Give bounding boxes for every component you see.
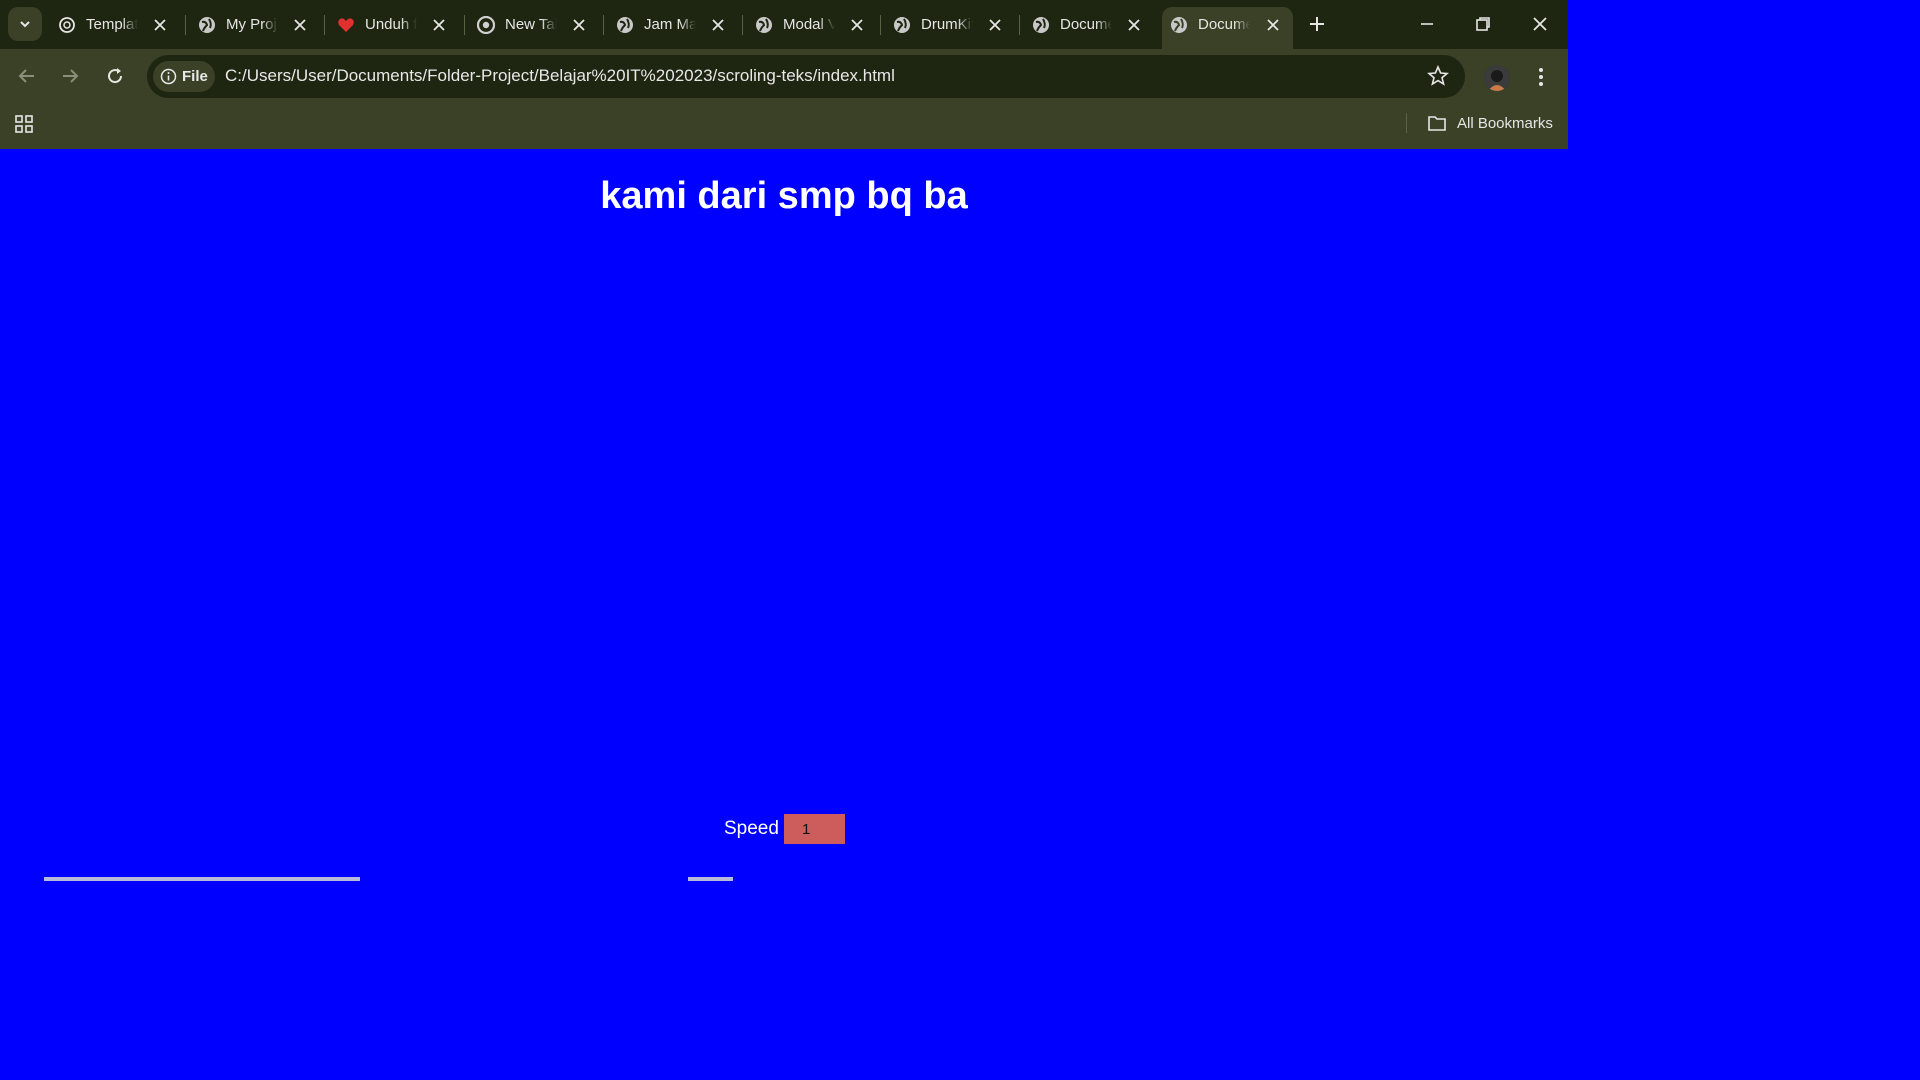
browser-chrome: Templat My Proj Unduh f New Tab Jam Ma xyxy=(0,0,1568,149)
chrome-icon xyxy=(477,16,495,34)
globe-icon xyxy=(1033,17,1049,33)
info-icon xyxy=(160,68,177,85)
back-arrow-icon[interactable] xyxy=(15,64,39,88)
heart-icon xyxy=(338,18,354,32)
tab-title: Docume xyxy=(1060,16,1112,33)
toolbar: File C:/Users/User/Documents/Folder-Proj… xyxy=(0,49,1568,105)
globe-icon xyxy=(756,17,772,33)
globe-icon xyxy=(894,17,910,33)
apps-grid-icon[interactable] xyxy=(14,114,34,134)
scrolling-headline: kami dari smp bq ba xyxy=(600,175,968,217)
all-bookmarks-button[interactable]: All Bookmarks xyxy=(1427,112,1553,134)
close-icon[interactable] xyxy=(1265,17,1281,33)
horizontal-scrollbar-thumb[interactable] xyxy=(44,877,360,881)
tab-title: Docume xyxy=(1198,16,1250,33)
url-text[interactable]: C:/Users/User/Documents/Folder-Project/B… xyxy=(225,66,895,86)
reload-icon[interactable] xyxy=(103,64,127,88)
bookmarks-bar: All Bookmarks xyxy=(0,105,1568,149)
all-bookmarks-label: All Bookmarks xyxy=(1457,114,1553,132)
close-icon[interactable] xyxy=(710,17,726,33)
page-content: kami dari smp bq ba Speed xyxy=(0,149,1568,882)
address-bar[interactable]: File C:/Users/User/Documents/Folder-Proj… xyxy=(147,55,1465,98)
close-icon[interactable] xyxy=(431,17,447,33)
tab-document[interactable]: Docume xyxy=(1024,7,1154,43)
close-icon[interactable] xyxy=(849,17,865,33)
close-icon[interactable] xyxy=(571,17,587,33)
tab-drumkit[interactable]: DrumKit xyxy=(885,7,1015,43)
tab-my-proj[interactable]: My Proj xyxy=(190,7,320,43)
bookmark-star-icon[interactable] xyxy=(1427,65,1449,87)
tab-modal[interactable]: Modal V xyxy=(747,7,877,43)
tab-title: My Proj xyxy=(226,16,277,33)
speed-input[interactable] xyxy=(783,814,845,844)
tab-title: Unduh f xyxy=(365,16,417,33)
kebab-menu-icon[interactable] xyxy=(1531,65,1551,89)
tab-jam-ma[interactable]: Jam Ma xyxy=(608,7,738,43)
openai-icon xyxy=(59,17,75,33)
profile-avatar[interactable] xyxy=(1484,65,1510,91)
tab-document-active[interactable]: Docume xyxy=(1162,7,1293,49)
chevron-down-icon xyxy=(20,21,30,28)
window-close-icon[interactable] xyxy=(1528,12,1552,36)
tab-templat[interactable]: Templat xyxy=(50,7,180,43)
tab-new-tab[interactable]: New Tab xyxy=(469,7,599,43)
forward-arrow-icon[interactable] xyxy=(58,64,82,88)
file-chip-label: File xyxy=(182,68,208,85)
tab-search-button[interactable] xyxy=(8,7,42,41)
speed-control: Speed xyxy=(724,814,845,844)
close-icon[interactable] xyxy=(152,17,168,33)
new-tab-plus-icon[interactable] xyxy=(1305,12,1329,36)
tab-title: Jam Ma xyxy=(644,16,696,33)
tab-title: Modal V xyxy=(783,16,835,33)
avatar-icon xyxy=(1484,65,1510,91)
tab-title: Templat xyxy=(86,16,138,33)
globe-icon xyxy=(1171,17,1187,33)
horizontal-scrollbar-marker xyxy=(688,877,733,881)
tab-strip: Templat My Proj Unduh f New Tab Jam Ma xyxy=(0,0,1568,49)
close-icon[interactable] xyxy=(292,17,308,33)
restore-icon[interactable] xyxy=(1471,12,1495,36)
close-icon[interactable] xyxy=(1126,17,1142,33)
tab-title: DrumKit xyxy=(921,16,973,33)
close-icon[interactable] xyxy=(987,17,1003,33)
globe-icon xyxy=(617,17,633,33)
tab-title: New Tab xyxy=(505,16,557,33)
folder-icon xyxy=(1428,116,1446,131)
minimize-icon[interactable] xyxy=(1415,12,1439,36)
globe-icon xyxy=(199,17,215,33)
speed-label: Speed xyxy=(724,818,779,839)
tab-unduh[interactable]: Unduh f xyxy=(329,7,459,43)
site-info-chip[interactable]: File xyxy=(153,61,215,92)
